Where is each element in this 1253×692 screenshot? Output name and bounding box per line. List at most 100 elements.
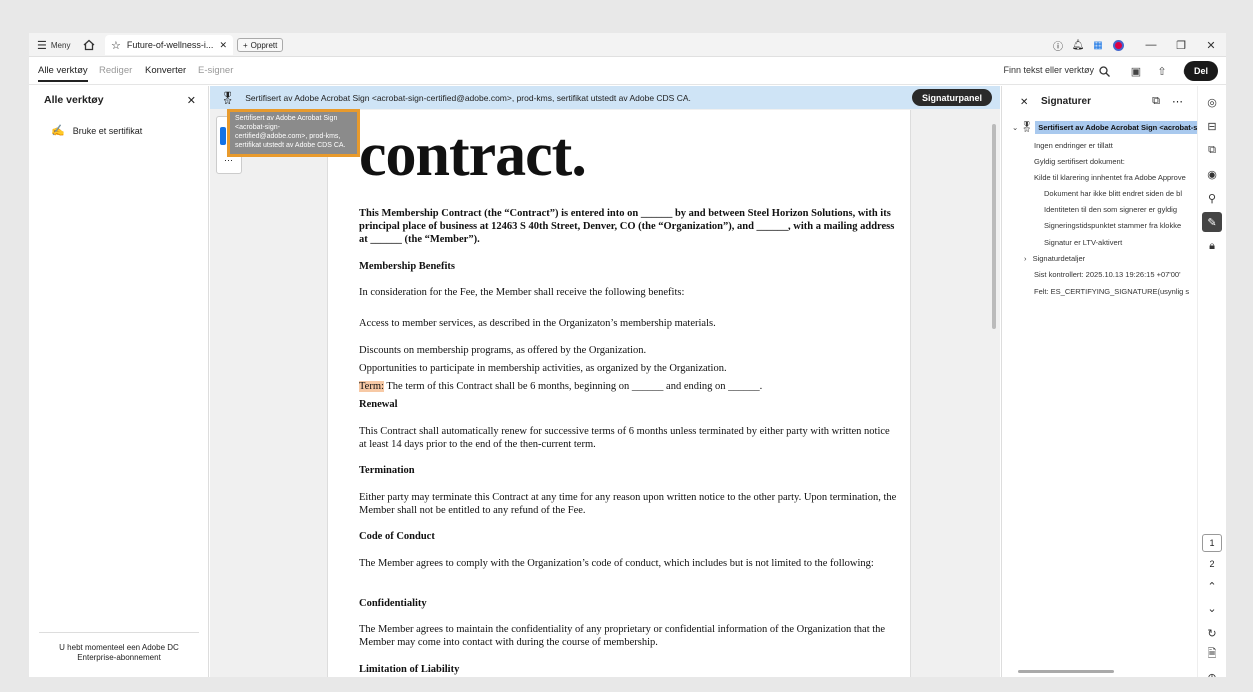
document-tab[interactable]: ☆ Future-of-wellness-i... ✕ [105,35,233,55]
validate-all-icon[interactable]: ⧉ [1152,95,1160,108]
benefits-heading: Membership Benefits [359,261,455,272]
comment-icon[interactable]: ◎ [1202,92,1222,112]
signature-tree-root[interactable]: ⌄ 🎖︎ Sertifisert av Adobe Acrobat Sign <… [1012,121,1197,134]
conduct-heading: Code of Conduct [359,531,435,542]
signature-detail-item: Ingen endringer er tillatt [1034,141,1113,150]
renewal-text: This Contract shall automatically renew … [359,426,890,450]
signature-detail-item: Signeringstidspunktet stammer fra klokke [1044,221,1182,230]
refresh-icon[interactable]: ↻ [1202,623,1222,643]
acrobat-window: ☰ Meny ☆ Future-of-wellness-i... ✕ + Opp… [29,33,1226,677]
more-options-icon[interactable]: ⋯ [1172,95,1183,108]
intro-paragraph: This Membership Contract (the “Contract”… [359,208,895,245]
confidentiality-text: The Member agrees to maintain the confid… [359,624,886,648]
certification-text: Sertifisert av Adobe Acrobat Sign <acrob… [245,92,691,103]
document-heading: contract. [359,121,587,189]
panel-title: Alle verktøy [44,94,104,106]
page-number[interactable]: 1 [1202,534,1222,552]
page-number[interactable]: 2 [1202,555,1222,573]
help-icon[interactable]: ⓘ [1048,33,1068,57]
top-menu: Alle verktøy Rediger Konverter E-signer … [29,57,1226,85]
chevron-right-icon[interactable]: › [1024,254,1027,263]
signature-details-toggle[interactable]: › Signaturdetaljer [1024,254,1085,263]
notification-bell-icon[interactable]: 🔔︎ [1068,33,1088,57]
window-controls: ⓘ 🔔︎ ▦ — ❐ ✕ [1048,33,1226,57]
quick-tool-indicator [220,127,226,145]
signature-detail-item: Dokument har ikke blitt endret siden de … [1044,189,1182,198]
conduct-text: The Member agrees to comply with the Org… [359,558,874,569]
certification-tooltip: Sertifisert av Adobe Acrobat Sign <acrob… [227,109,360,157]
right-tool-rail: ◎ ⊟ ⧉ ◉ ⚲ ✎ 🔒︎ 1 2 ⌃ ⌄ ↻ 🗎︎ ⊕ [1197,86,1226,677]
bookmark-icon[interactable]: ⊟ [1202,116,1222,136]
term-label: Term: [359,381,384,392]
document-area: 🎖︎ Sertifisert av Adobe Acrobat Sign <ac… [210,86,1000,677]
new-label: Opprett [250,40,278,50]
save-icon[interactable]: ▣ [1128,63,1144,79]
search-label[interactable]: Finn tekst eller verktøy [1003,65,1094,75]
signature-panel-button[interactable]: Signaturpanel [911,89,992,106]
pages-icon[interactable]: ⧉ [1202,140,1222,160]
chevron-down-icon[interactable]: ⌄ [1202,598,1222,618]
use-certificate-tool[interactable]: ✍ Bruke et sertifikat [51,124,142,137]
signatures-toolbar: ⧉ ⋯ [1152,95,1183,108]
signature-detail-item: Kilde til klarering innhentet fra Adobe … [1034,173,1186,182]
menu-button[interactable]: ☰ Meny [37,33,70,57]
all-tools-panel: Alle verktøy ✕ ✍ Bruke et sertifikat U h… [29,86,209,677]
menu-convert[interactable]: Konverter [145,65,186,76]
chevron-up-icon[interactable]: ⌃ [1202,576,1222,596]
confidentiality-heading: Confidentiality [359,598,427,609]
restore-icon[interactable]: ❐ [1166,33,1196,57]
layers-icon[interactable]: ◉ [1202,164,1222,184]
avatar[interactable] [1108,33,1128,57]
hamburger-icon: ☰ [37,39,47,52]
menu-edit[interactable]: Rediger [99,65,132,76]
attachment-icon[interactable]: ⚲ [1202,188,1222,208]
signature-root-label: Sertifisert av Adobe Acrobat Sign <acrob… [1035,121,1197,134]
certified-ribbon-icon: 🎖︎ [220,90,236,105]
star-icon[interactable]: ☆ [111,39,121,52]
tab-title: Future-of-wellness-i... [126,40,214,50]
signatures-title: Signaturer [1041,96,1092,107]
liability-heading: Limitation of Liability [359,664,460,675]
share-button[interactable]: Del [1184,61,1218,81]
home-button[interactable] [83,33,95,57]
home-icon [83,39,95,51]
termination-heading: Termination [359,465,415,476]
signature-details-label: Signaturdetaljer [1032,254,1086,263]
plus-icon: + [243,40,248,50]
document-page: contract. This Membership Contract (the … [327,110,911,677]
page-fit-icon[interactable]: 🗎︎ [1202,644,1222,664]
close-signatures-icon[interactable]: ✕ [1020,97,1028,108]
signature-detail-item: Signatur er LTV-aktivert [1044,238,1123,247]
last-checked: Sist kontrollert: 2025.10.13 19:26:15 +0… [1034,270,1181,279]
minimize-icon[interactable]: — [1136,33,1166,57]
benefit-item: Access to member services, as described … [359,318,716,329]
chevron-down-icon[interactable]: ⌄ [1012,123,1018,132]
tool-label: Bruke et sertifikat [72,125,143,136]
close-panel-icon[interactable]: ✕ [187,94,196,107]
cloud-upload-icon[interactable]: ⇧ [1154,63,1170,79]
certification-bar: 🎖︎ Sertifisert av Adobe Acrobat Sign <ac… [210,86,1000,109]
term-text: The term of this Contract shall be 6 mon… [383,381,763,392]
certified-ribbon-icon: 🎖︎ [1020,122,1034,133]
signatures-panel: ✕ Signaturer ⧉ ⋯ ⌄ 🎖︎ Sertifisert av Ado… [1001,86,1197,677]
search-icon[interactable] [1096,63,1112,79]
benefit-item: Discounts on membership programs, as off… [359,345,647,356]
zoom-in-icon[interactable]: ⊕ [1202,667,1222,678]
close-tab-icon[interactable]: ✕ [219,40,227,51]
menu-label: Meny [50,40,71,50]
termination-text: Either party may terminate this Contract… [359,492,897,516]
lock-icon[interactable]: 🔒︎ [1202,236,1222,256]
menu-esign[interactable]: E-signer [198,65,233,76]
signature-icon[interactable]: ✎ [1202,212,1222,232]
apps-grid-icon[interactable]: ▦ [1088,33,1108,57]
close-window-icon[interactable]: ✕ [1196,33,1226,57]
certificate-icon: ✍ [51,125,65,137]
signature-detail-item: Gyldig sertifisert dokument: [1034,157,1125,166]
signatures-scrollbar[interactable] [1018,670,1114,673]
subscription-note: U hebt momenteel een Adobe DC Enterprise… [39,632,199,663]
signature-field: Felt: ES_CERTIFYING_SIGNATURE(usynlig s [1034,287,1190,296]
menu-all-tools[interactable]: Alle verktøy [38,65,88,82]
document-scrollbar[interactable] [992,124,996,329]
term-paragraph: Term: The term of this Contract shall be… [359,380,899,393]
new-tab-button[interactable]: + Opprett [237,38,284,52]
